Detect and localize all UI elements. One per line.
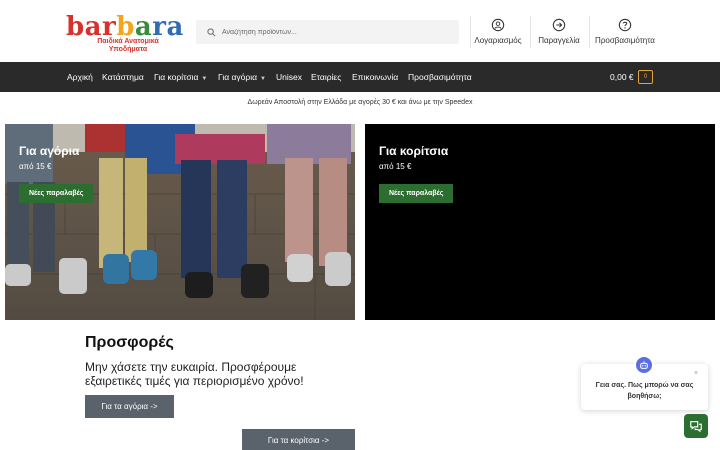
nav-item-home[interactable]: Αρχική bbox=[67, 62, 93, 92]
arrow-circle-icon bbox=[552, 18, 566, 32]
search-bar bbox=[196, 20, 459, 44]
new-arrivals-boys-button[interactable]: Νέες παραλαβές bbox=[19, 184, 94, 203]
hero-title-girls: Για κορίτσια bbox=[379, 144, 449, 158]
hero-card-boys[interactable]: Για αγόρια από 15 € Νέες παραλαβές bbox=[5, 124, 355, 320]
hero-price-girls: από 15 € bbox=[379, 162, 412, 171]
header-divider bbox=[530, 16, 531, 48]
site-header: barbara Παιδικά Ανατομικά Υποδήματα Λογα… bbox=[0, 0, 720, 62]
hero-price-boys: από 15 € bbox=[19, 162, 52, 171]
hero-title-boys: Για αγόρια bbox=[19, 144, 80, 158]
close-icon[interactable]: × bbox=[694, 370, 698, 378]
logo-tagline: Παιδικά Ανατομικά Υποδήματα bbox=[97, 38, 159, 53]
chevron-down-icon: ▼ bbox=[260, 76, 266, 82]
offers-heading: Προσφορές bbox=[85, 334, 174, 351]
nav-item-shop[interactable]: Κατάστημα bbox=[102, 62, 144, 92]
cart-total[interactable]: 0,00 € bbox=[610, 62, 634, 92]
main-nav: Αρχική Κατάστημα Για κορίτσια ▼ Για αγόρι… bbox=[0, 62, 720, 92]
cart-count-badge[interactable]: 0 bbox=[638, 70, 653, 84]
user-icon bbox=[491, 18, 505, 32]
orders-label: Παραγγελία bbox=[538, 36, 580, 45]
header-divider bbox=[589, 16, 590, 48]
nav-item-boys[interactable]: Για αγόρια ▼ bbox=[218, 62, 266, 92]
help-icon bbox=[618, 18, 632, 32]
nav-item-girls[interactable]: Για κορίτσια ▼ bbox=[154, 62, 207, 92]
account-label: Λογαριασμός bbox=[474, 36, 522, 45]
chat-bot-avatar bbox=[634, 355, 654, 375]
header-divider bbox=[470, 16, 471, 48]
offers-girls-button[interactable]: Για τα κορίτσια -> bbox=[242, 429, 355, 450]
accessibility-link[interactable]: Προσβασιμότητα bbox=[594, 18, 656, 48]
chevron-down-icon: ▼ bbox=[201, 76, 208, 82]
nav-item-contact[interactable]: Επικοινωνία bbox=[352, 62, 398, 92]
shipping-notice: Δωρεάν Αποστολή στην Ελλάδα με αγορές 30… bbox=[247, 99, 473, 106]
nav-item-companies[interactable]: Εταιρίες bbox=[311, 62, 341, 92]
chat-bubble-icon bbox=[690, 421, 702, 433]
search-input[interactable] bbox=[220, 22, 450, 42]
hero-card-girls[interactable]: Για κορίτσια από 15 € Νέες παραλαβές bbox=[365, 124, 715, 320]
chat-message: Γεια σας. Πως μπορώ να σας βοηθήσω; bbox=[595, 382, 694, 400]
chat-launcher-button[interactable] bbox=[684, 414, 708, 438]
offers-description: Μην χάσετε την ευκαιρία. Προσφέρουμε εξα… bbox=[85, 360, 304, 388]
nav-item-unisex[interactable]: Unisex bbox=[276, 62, 302, 92]
site-logo[interactable]: barbara Παιδικά Ανατομικά Υποδήματα bbox=[66, 12, 183, 54]
bot-icon bbox=[640, 361, 648, 369]
orders-link[interactable]: Παραγγελία bbox=[534, 18, 584, 48]
offers-boys-button[interactable]: Για τα αγόρια -> bbox=[85, 395, 174, 418]
nav-item-accessibility[interactable]: Προσβασιμότητα bbox=[408, 62, 472, 92]
accessibility-label: Προσβασιμότητα bbox=[595, 36, 655, 45]
search-icon bbox=[202, 27, 220, 37]
account-link[interactable]: Λογαριασμός bbox=[472, 18, 524, 48]
new-arrivals-girls-button[interactable]: Νέες παραλαβές bbox=[379, 184, 454, 203]
